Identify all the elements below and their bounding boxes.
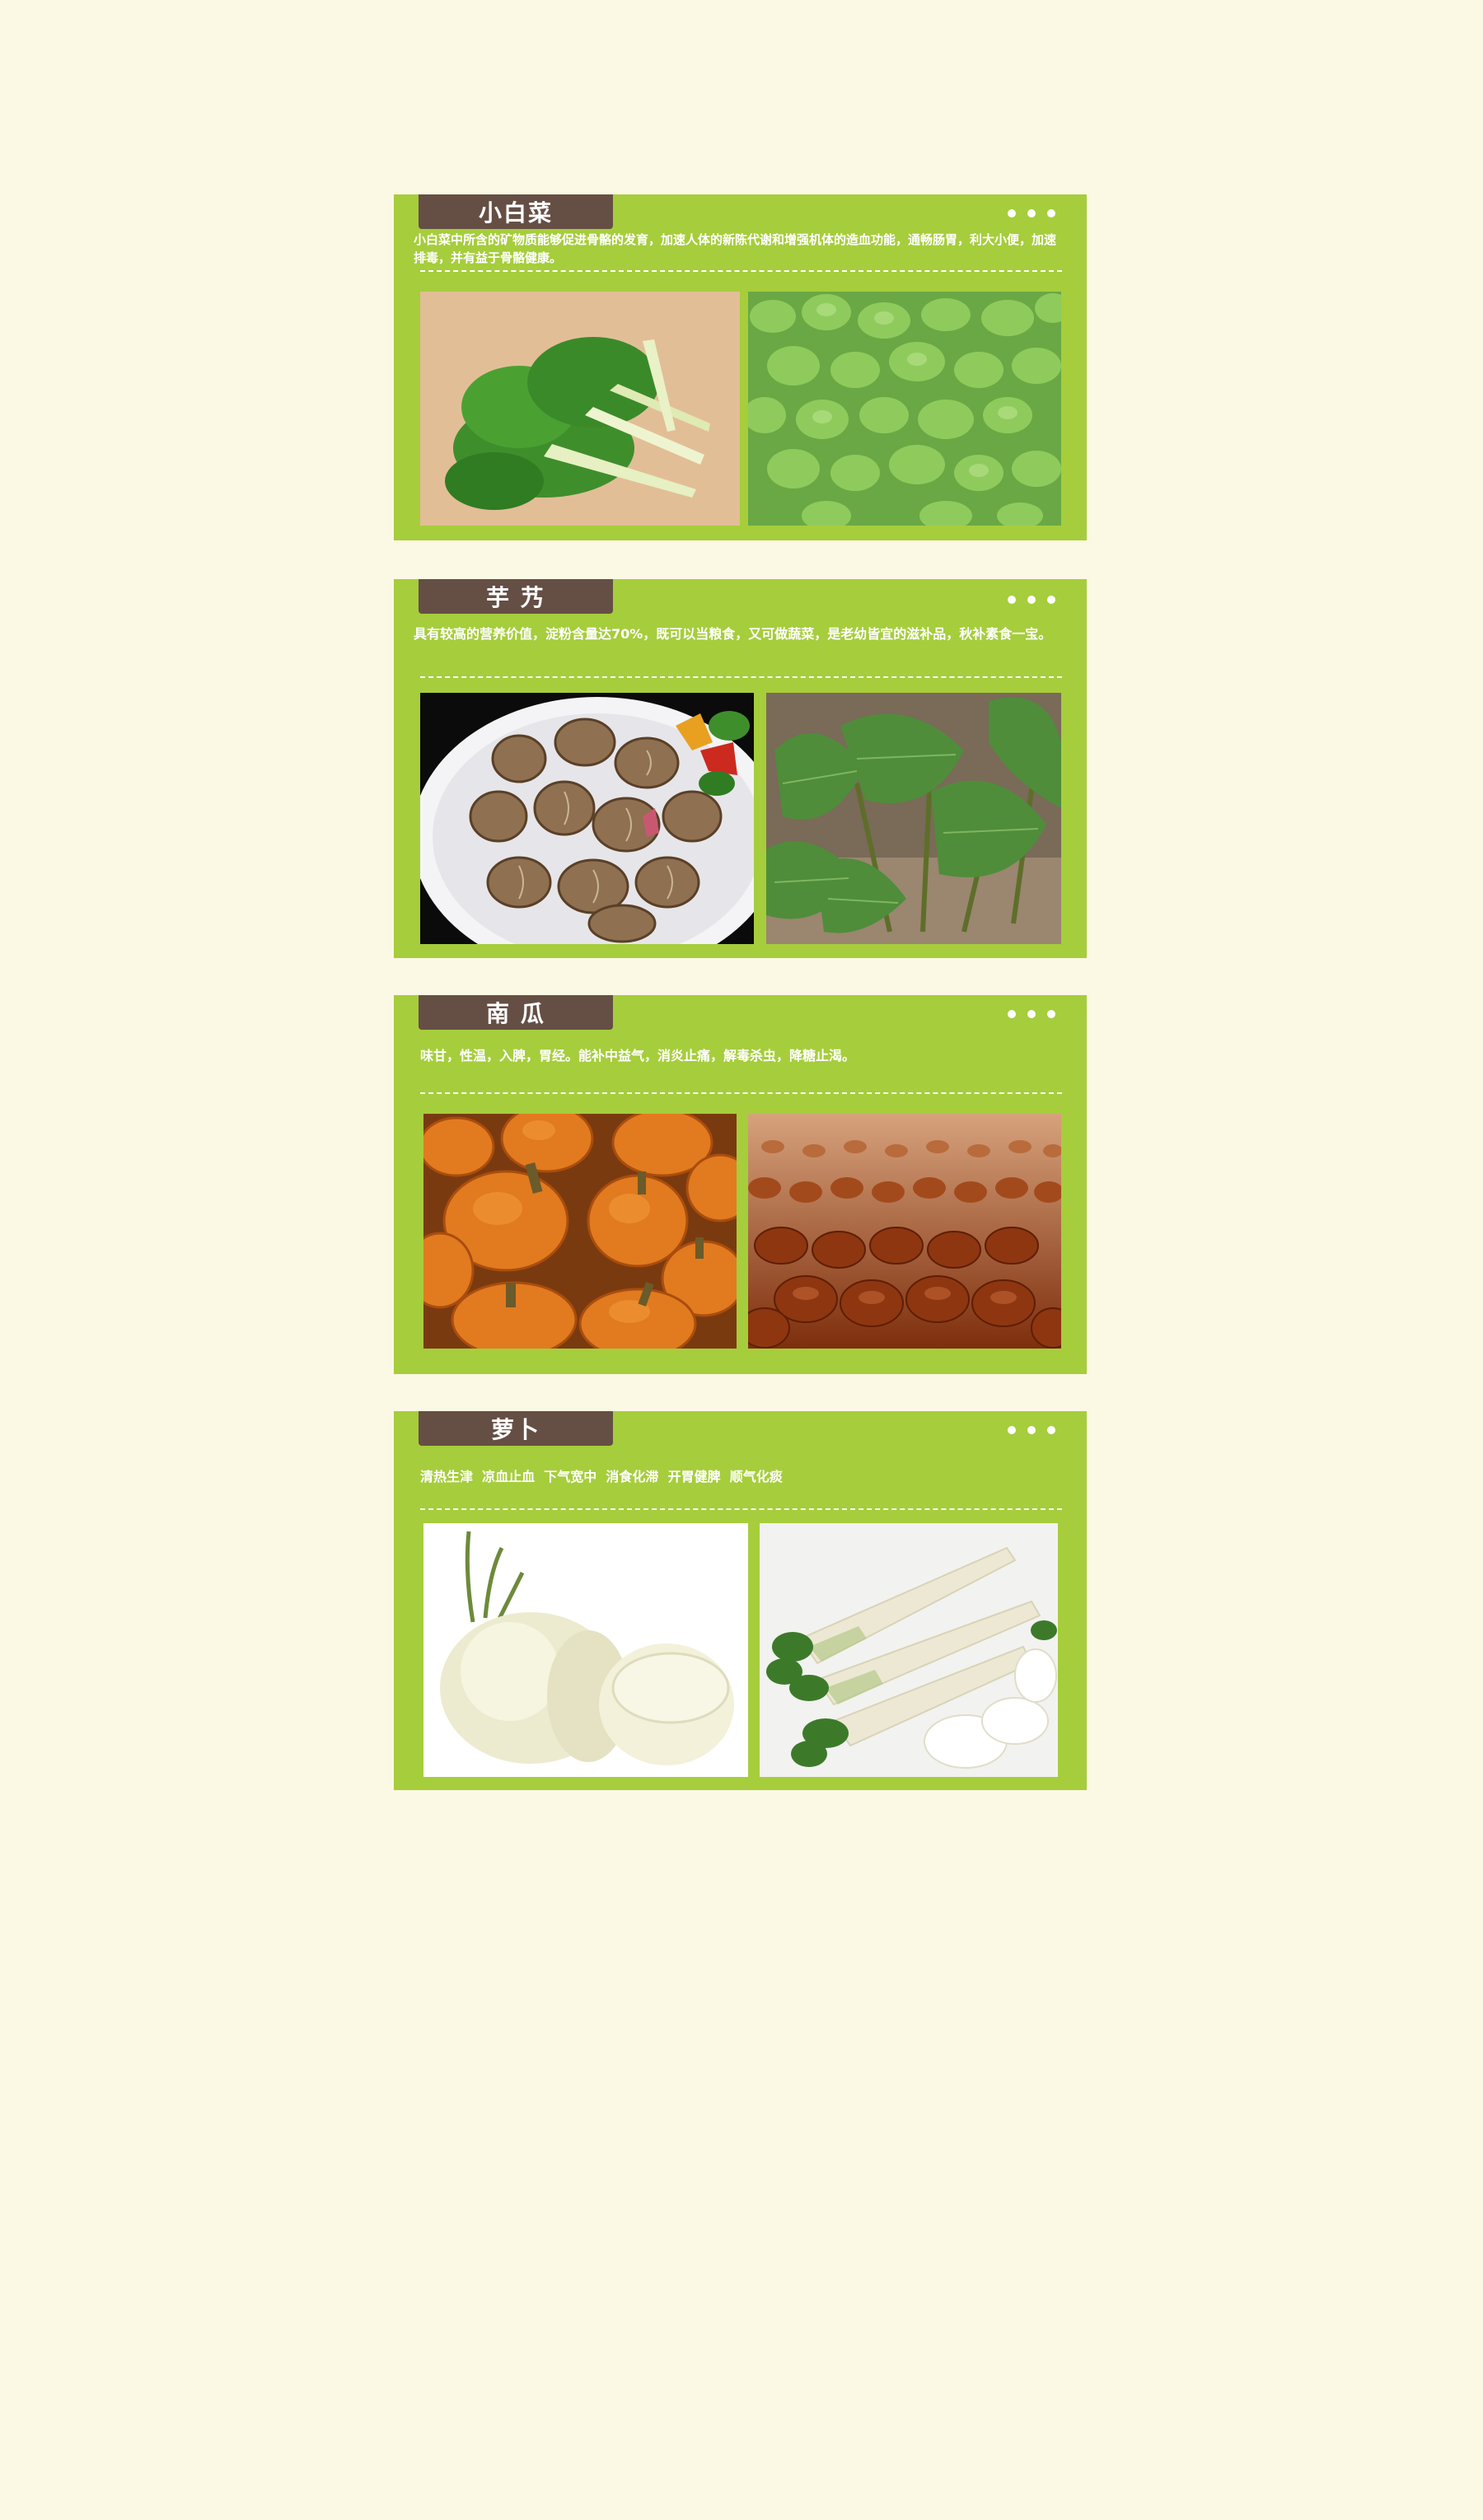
radish-bunch-photo — [760, 1523, 1058, 1777]
section-description: 味甘，性温，入脾，胃经。能补中益气，消炎止痛，解毒杀虫，降糖止渴。 — [420, 1048, 856, 1064]
section-taro: 芋 艿 具有较高的营养价值，淀粉含量达70%，既可以当粮食，又可做蔬菜，是老幼皆… — [394, 579, 1087, 958]
pumpkin-photo — [423, 1114, 737, 1349]
radish-cut-photo — [423, 1523, 748, 1777]
dashed-divider — [420, 270, 1062, 272]
section-description: 小白菜中所含的矿物质能够促进骨骼的发育，加速人体的新陈代谢和增强机体的造血功能，… — [414, 232, 1057, 265]
section-description: 清热生津 凉血止血 下气宽中 消食化滞 开胃健脾 顺气化痰 — [420, 1469, 783, 1484]
dashed-divider — [420, 1092, 1062, 1094]
taro-plant-photo — [766, 693, 1061, 944]
section-title: 萝卜 — [419, 1411, 613, 1446]
bok-choy-field-photo — [748, 292, 1061, 526]
more-dots-icon[interactable] — [1008, 209, 1055, 217]
section-description: 具有较高的营养价值，淀粉含量达70%，既可以当粮食，又可做蔬菜，是老幼皆宜的滋补… — [414, 626, 1052, 642]
dashed-divider — [420, 676, 1062, 678]
section-pumpkin: 南 瓜 味甘，性温，入脾，胃经。能补中益气，消炎止痛，解毒杀虫，降糖止渴。 — [394, 995, 1087, 1374]
section-title: 小白菜 — [419, 194, 613, 229]
more-dots-icon[interactable] — [1008, 596, 1055, 604]
dashed-divider — [420, 1508, 1062, 1510]
taro-photo — [420, 693, 754, 944]
section-radish: 萝卜 清热生津 凉血止血 下气宽中 消食化滞 开胃健脾 顺气化痰 — [394, 1411, 1087, 1790]
section-title: 南 瓜 — [419, 995, 613, 1030]
more-dots-icon[interactable] — [1008, 1426, 1055, 1434]
bok-choy-photo — [420, 292, 740, 526]
more-dots-icon[interactable] — [1008, 1010, 1055, 1018]
section-bok-choy: 小白菜 小白菜中所含的矿物质能够促进骨骼的发育，加速人体的新陈代谢和增强机体的造… — [394, 194, 1087, 540]
pumpkin-pile-photo — [748, 1114, 1061, 1349]
section-title: 芋 艿 — [419, 579, 613, 614]
